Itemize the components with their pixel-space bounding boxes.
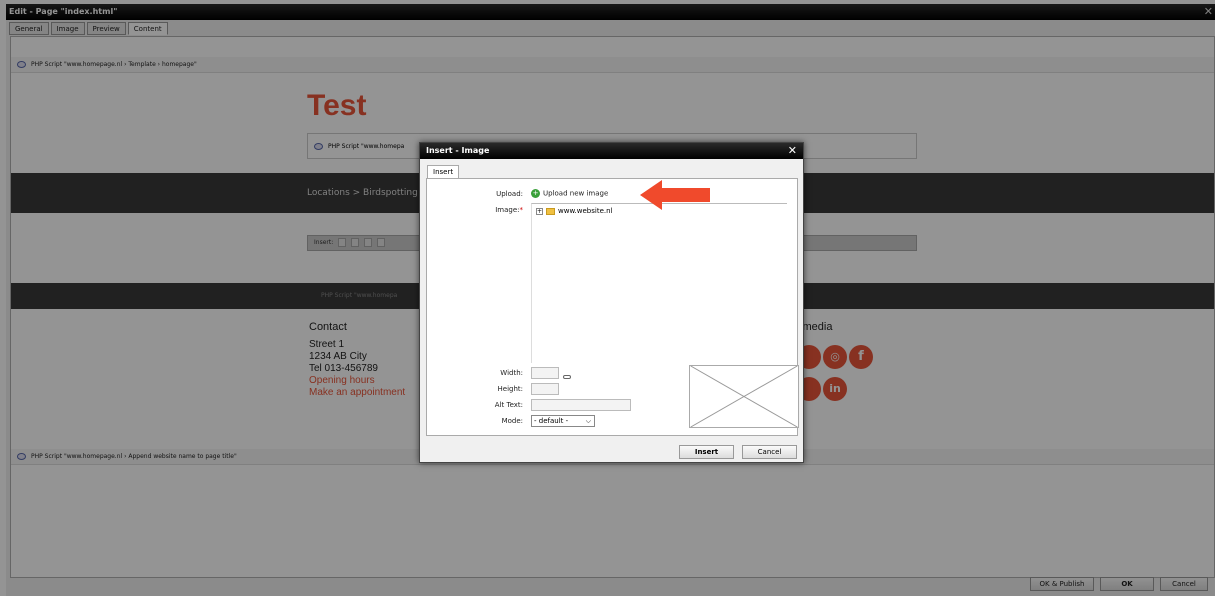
- height-label: Height:: [497, 385, 524, 393]
- width-field[interactable]: [531, 367, 559, 379]
- width-label: Width:: [500, 369, 523, 377]
- folder-icon: [546, 207, 555, 215]
- mode-select[interactable]: - default - ⌵: [531, 415, 595, 427]
- dialog-title: Insert - Image: [426, 146, 490, 155]
- chevron-down-icon: ⌵: [585, 417, 591, 425]
- insert-image-dialog: Insert - Image ✕ Insert Upload: + Upload …: [419, 142, 804, 463]
- image-label-text: Image:: [495, 206, 520, 214]
- upload-label: Upload:: [496, 190, 523, 198]
- tree-node-root[interactable]: + www.website.nl: [536, 207, 612, 215]
- add-icon: +: [531, 189, 540, 198]
- dialog-close-icon[interactable]: ✕: [788, 143, 797, 159]
- image-label: Image:*: [463, 206, 523, 214]
- alt-text-field[interactable]: [531, 399, 631, 411]
- tree-node-label: www.website.nl: [558, 207, 613, 215]
- alt-text-label: Alt Text:: [494, 401, 523, 409]
- expand-icon[interactable]: +: [536, 207, 543, 215]
- required-mark: *: [519, 206, 524, 214]
- dialog-titlebar: Insert - Image ✕: [420, 143, 803, 159]
- image-preview-placeholder: [689, 365, 799, 428]
- mode-label: Mode:: [501, 417, 523, 425]
- upload-new-image-text: Upload new image: [543, 189, 609, 198]
- dialog-body: Upload: + Upload new image Image:* + www.w…: [426, 178, 799, 436]
- upload-new-image-link[interactable]: + Upload new image: [531, 189, 608, 198]
- red-arrow-annotation: [640, 180, 710, 210]
- mode-select-value: - default -: [534, 417, 569, 425]
- height-field[interactable]: [531, 383, 559, 395]
- image-tree[interactable]: + www.website.nl: [531, 203, 787, 363]
- tab-insert[interactable]: Insert: [427, 165, 460, 179]
- dialog-cancel-button[interactable]: Cancel: [742, 445, 797, 459]
- dialog-insert-button[interactable]: Insert: [679, 445, 734, 459]
- link-ratio-icon[interactable]: [563, 375, 571, 379]
